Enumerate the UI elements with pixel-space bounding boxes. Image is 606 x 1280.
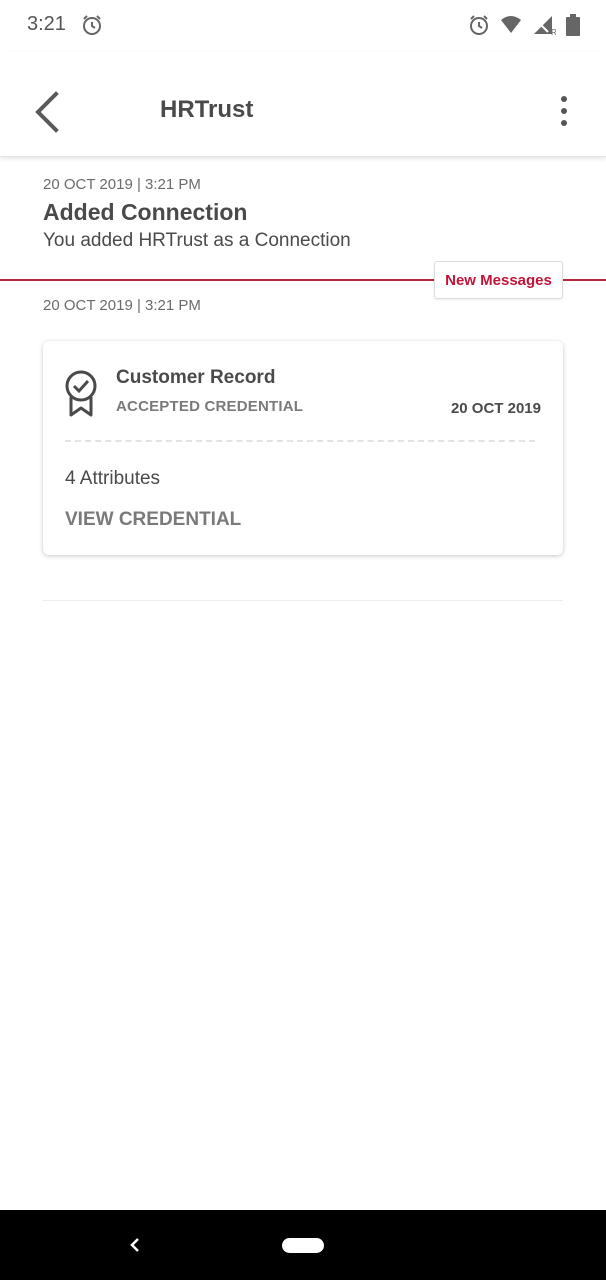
status-time: 3:21 <box>27 13 66 35</box>
signal-icon: R <box>532 14 557 41</box>
status-bar: 3:21 R <box>0 0 606 52</box>
more-options-button[interactable] <box>552 96 576 132</box>
event-title: Added Connection <box>43 199 248 225</box>
back-triangle-icon[interactable] <box>126 1232 144 1258</box>
list-divider <box>43 600 563 601</box>
page-title: HRTrust <box>160 96 254 123</box>
credential-card[interactable]: Customer Record ACCEPTED CREDENTIAL 20 O… <box>43 341 563 555</box>
credential-date: 20 OCT 2019 <box>450 400 541 417</box>
view-credential-button[interactable]: VIEW CREDENTIAL <box>65 509 241 531</box>
svg-text:R: R <box>551 28 556 36</box>
credential-status: ACCEPTED CREDENTIAL <box>116 398 304 415</box>
system-nav-bar <box>0 1210 606 1280</box>
chevron-left-icon <box>35 91 59 133</box>
back-button[interactable] <box>28 88 68 136</box>
more-vert-icon <box>561 96 567 102</box>
credential-title: Customer Record <box>116 367 276 388</box>
event-description: You added HRTrust as a Connection <box>43 230 351 251</box>
credential-attributes: 4 Attributes <box>65 468 161 489</box>
card-divider <box>65 440 535 442</box>
connection-event: 20 OCT 2019 | 3:21 PM Added Connection Y… <box>43 176 563 252</box>
wifi-icon <box>500 15 522 40</box>
alarm-icon <box>468 14 490 41</box>
alarm-icon <box>81 14 103 41</box>
new-messages-badge: New Messages <box>434 261 563 299</box>
badge-check-icon <box>63 369 99 419</box>
message-timestamp: 20 OCT 2019 | 3:21 PM <box>43 297 201 314</box>
app-bar: HRTrust <box>0 52 606 157</box>
home-pill-icon[interactable] <box>282 1238 324 1253</box>
status-icons: R <box>468 14 580 41</box>
event-timestamp: 20 OCT 2019 | 3:21 PM <box>43 176 201 193</box>
battery-icon <box>566 14 580 41</box>
